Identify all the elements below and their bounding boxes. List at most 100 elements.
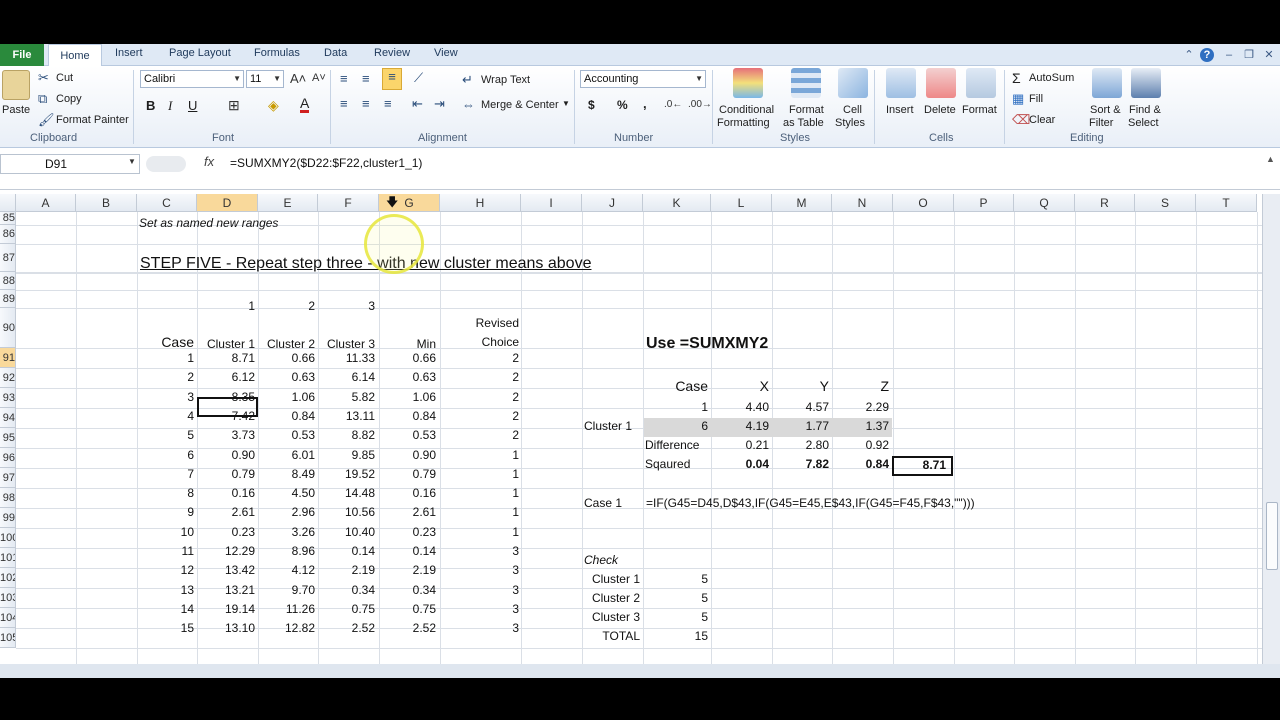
tab-formulas[interactable]: Formulas: [254, 47, 300, 59]
tab-review[interactable]: Review: [374, 47, 410, 59]
column-header-c[interactable]: C: [137, 194, 197, 212]
borders-icon[interactable]: ⊞: [228, 97, 240, 114]
minimize-icon[interactable]: –: [1222, 48, 1236, 62]
merge-center-button[interactable]: Merge & Center: [481, 99, 559, 111]
row-header-101[interactable]: 101: [0, 548, 16, 568]
column-header-n[interactable]: N: [832, 194, 893, 212]
row-header-88[interactable]: 88: [0, 272, 16, 290]
row-header-92[interactable]: 92: [0, 368, 16, 388]
column-header-k[interactable]: K: [643, 194, 711, 212]
cell-styles-label-2[interactable]: Styles: [835, 117, 865, 129]
column-header-j[interactable]: J: [582, 194, 643, 212]
row-header-94[interactable]: 94: [0, 408, 16, 428]
chevron-down-icon[interactable]: ▼: [562, 99, 570, 108]
align-center-icon[interactable]: ≡: [362, 96, 370, 111]
expand-formula-icon[interactable]: ▲: [1266, 154, 1275, 164]
column-header-a[interactable]: A: [16, 194, 76, 212]
column-header-d[interactable]: D: [197, 194, 258, 212]
vertical-scrollbar[interactable]: [1262, 194, 1280, 664]
row-header-89[interactable]: 89: [0, 290, 16, 308]
column-header-s[interactable]: S: [1135, 194, 1196, 212]
find-select-label-2[interactable]: Select: [1128, 117, 1159, 129]
column-header-l[interactable]: L: [711, 194, 772, 212]
align-right-icon[interactable]: ≡: [384, 96, 392, 111]
fill-button[interactable]: Fill: [1029, 93, 1043, 105]
row-header-98[interactable]: 98: [0, 488, 16, 508]
fill-color-icon[interactable]: ◈: [268, 97, 279, 114]
column-header-p[interactable]: P: [954, 194, 1014, 212]
column-header-r[interactable]: R: [1075, 194, 1135, 212]
increase-decimal-icon[interactable]: .0←: [664, 99, 682, 110]
font-size-combo[interactable]: 11 ▼: [246, 70, 284, 88]
row-header-87[interactable]: 87: [0, 244, 16, 272]
tab-insert[interactable]: Insert: [115, 47, 143, 59]
row-header-90[interactable]: 90: [0, 308, 16, 348]
close-icon[interactable]: ✕: [1262, 48, 1276, 62]
grow-font-icon[interactable]: A˄: [290, 71, 306, 86]
bold-button[interactable]: B: [146, 98, 155, 113]
row-header-95[interactable]: 95: [0, 428, 16, 448]
align-left-icon[interactable]: ≡: [340, 96, 348, 111]
cut-button[interactable]: Cut: [56, 72, 73, 84]
tab-data[interactable]: Data: [324, 47, 347, 59]
column-header-e[interactable]: E: [258, 194, 318, 212]
select-all-corner[interactable]: [0, 194, 16, 212]
paste-icon[interactable]: [2, 70, 30, 100]
delete-button[interactable]: Delete: [924, 104, 956, 116]
format-as-table-label-2[interactable]: as Table: [783, 117, 824, 129]
ribbon-minimize-icon[interactable]: ⌃: [1182, 48, 1196, 62]
insert-button[interactable]: Insert: [886, 104, 914, 116]
wrap-text-button[interactable]: Wrap Text: [481, 74, 530, 86]
formula-input[interactable]: =SUMXMY2($D22:$F22,cluster1_1): [230, 156, 422, 170]
sheet-tab-bar[interactable]: [0, 664, 1280, 678]
underline-button[interactable]: U: [188, 98, 197, 113]
scrollbar-thumb[interactable]: [1266, 502, 1278, 570]
column-header-f[interactable]: F: [318, 194, 379, 212]
format-button[interactable]: Format: [962, 104, 997, 116]
tab-home[interactable]: Home: [48, 44, 102, 67]
restore-icon[interactable]: ❐: [1242, 48, 1256, 62]
column-header-i[interactable]: I: [521, 194, 582, 212]
row-header-97[interactable]: 97: [0, 468, 16, 488]
percent-button[interactable]: %: [617, 98, 628, 112]
chevron-down-icon[interactable]: ▼: [128, 157, 136, 166]
autosum-button[interactable]: AutoSum: [1029, 72, 1074, 84]
sort-filter-label-2[interactable]: Filter: [1089, 117, 1113, 129]
cell-styles-button[interactable]: Cell: [843, 104, 862, 116]
tab-page-layout[interactable]: Page Layout: [169, 47, 231, 59]
column-header-o[interactable]: O: [893, 194, 954, 212]
number-format-combo[interactable]: Accounting ▼: [580, 70, 706, 88]
conditional-formatting-button[interactable]: Conditional: [719, 104, 774, 116]
clear-button[interactable]: Clear: [1029, 114, 1055, 126]
fx-icon[interactable]: fx: [204, 154, 214, 169]
find-select-button[interactable]: Find &: [1129, 104, 1161, 116]
format-as-table-button[interactable]: Format: [789, 104, 824, 116]
column-header-b[interactable]: B: [76, 194, 137, 212]
copy-button[interactable]: Copy: [56, 93, 82, 105]
row-header-86[interactable]: 86: [0, 225, 16, 244]
column-header-q[interactable]: Q: [1014, 194, 1075, 212]
row-header-105[interactable]: 105: [0, 628, 16, 648]
increase-indent-icon[interactable]: ⇥: [434, 96, 445, 112]
row-header-93[interactable]: 93: [0, 388, 16, 408]
align-top-icon[interactable]: ≡: [340, 71, 348, 86]
active-cell-d91[interactable]: [197, 397, 258, 417]
decrease-indent-icon[interactable]: ⇤: [412, 96, 423, 112]
row-header-100[interactable]: 100: [0, 528, 16, 548]
row-header-99[interactable]: 99: [0, 508, 16, 528]
row-header-102[interactable]: 102: [0, 568, 16, 588]
column-header-t[interactable]: T: [1196, 194, 1257, 212]
italic-button[interactable]: I: [168, 98, 172, 114]
column-header-h[interactable]: H: [440, 194, 521, 212]
name-box[interactable]: D91: [0, 154, 140, 174]
row-header-91[interactable]: 91: [0, 348, 16, 368]
row-header-96[interactable]: 96: [0, 448, 16, 468]
font-name-combo[interactable]: Calibri ▼: [140, 70, 244, 88]
comma-button[interactable]: ,: [643, 96, 647, 111]
column-header-m[interactable]: M: [772, 194, 832, 212]
shrink-font-icon[interactable]: A˅: [312, 72, 326, 84]
orientation-icon[interactable]: ⟋: [414, 70, 423, 86]
decrease-decimal-icon[interactable]: .00→: [688, 99, 712, 110]
align-bottom-icon[interactable]: ≡: [382, 68, 402, 90]
row-header-104[interactable]: 104: [0, 608, 16, 628]
